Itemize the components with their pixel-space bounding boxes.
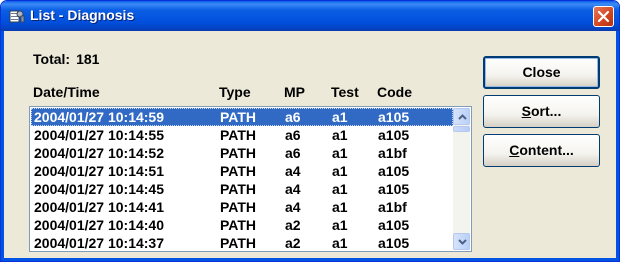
cell-mp: a6 [285, 145, 301, 161]
cell-type: PATH [220, 127, 257, 143]
list-row[interactable]: 2004/01/27 10:14:45 PATH a4 a1 a105 [31, 180, 453, 198]
cell-code: a105 [378, 127, 410, 143]
total-value: 181 [76, 51, 100, 67]
cell-datetime: 2004/01/27 10:14:59 [34, 109, 164, 125]
cell-test: a1 [332, 145, 348, 161]
cell-type: PATH [220, 181, 257, 197]
column-header-mp: MP [284, 84, 305, 100]
cell-test: a1 [332, 163, 348, 179]
vertical-scrollbar[interactable] [453, 108, 470, 250]
cell-code: a1bf [378, 199, 407, 215]
cell-mp: a2 [285, 217, 301, 233]
cell-mp: a6 [285, 109, 301, 125]
cell-type: PATH [220, 217, 257, 233]
cell-type: PATH [220, 199, 257, 215]
scroll-thumb[interactable] [453, 126, 470, 132]
cell-test: a1 [332, 235, 348, 251]
cell-code: a105 [378, 217, 410, 233]
cell-test: a1 [332, 217, 348, 233]
list-row[interactable]: 2004/01/27 10:14:40 PATH a2 a1 a105 [31, 216, 453, 234]
cell-datetime: 2004/01/27 10:14:40 [34, 217, 164, 233]
column-header-test: Test [331, 84, 359, 100]
cell-test: a1 [332, 181, 348, 197]
cell-datetime: 2004/01/27 10:14:45 [34, 181, 164, 197]
total-label: Total: [33, 51, 71, 67]
arrow-up-icon [458, 114, 467, 120]
cell-code: a1bf [378, 145, 407, 161]
column-header-code: Code [377, 84, 412, 100]
list-app-icon [9, 10, 25, 23]
window-border-bottom [1, 258, 619, 261]
list-row[interactable]: 2004/01/27 10:14:59 PATH a6 a1 a105 [31, 108, 453, 126]
cell-type: PATH [220, 109, 257, 125]
close-button[interactable]: Close [483, 56, 600, 89]
cell-type: PATH [220, 235, 257, 251]
scroll-down-button[interactable] [453, 233, 470, 250]
cell-datetime: 2004/01/27 10:14:51 [34, 163, 164, 179]
sort-label-rest: ort... [531, 103, 562, 119]
cell-mp: a4 [285, 199, 301, 215]
cell-mp: a2 [285, 235, 301, 251]
title-close-button[interactable] [593, 6, 614, 27]
list-row[interactable]: 2004/01/27 10:14:41 PATH a4 a1 a1bf [31, 198, 453, 216]
cell-datetime: 2004/01/27 10:14:55 [34, 127, 164, 143]
cell-datetime: 2004/01/27 10:14:37 [34, 235, 164, 251]
cell-mp: a4 [285, 181, 301, 197]
title-bar[interactable]: List - Diagnosis [1, 1, 619, 31]
list-row[interactable]: 2004/01/27 10:14:37 PATH a2 a1 a105 [31, 234, 453, 251]
cell-code: a105 [378, 235, 410, 251]
cell-type: PATH [220, 163, 257, 179]
scroll-up-button[interactable] [453, 108, 470, 125]
content-button[interactable]: Content... [483, 134, 600, 167]
column-header-type: Type [219, 84, 251, 100]
window-title: List - Diagnosis [30, 7, 135, 23]
cell-code: a105 [378, 109, 410, 125]
cell-mp: a4 [285, 163, 301, 179]
arrow-down-icon [458, 239, 467, 245]
content-mnemonic: C [509, 142, 520, 158]
cell-mp: a6 [285, 127, 301, 143]
cell-test: a1 [332, 109, 348, 125]
list-row[interactable]: 2004/01/27 10:14:52 PATH a6 a1 a1bf [31, 144, 453, 162]
close-icon [597, 10, 610, 23]
cell-code: a105 [378, 163, 410, 179]
diagnosis-list[interactable]: 2004/01/27 10:14:59 PATH a6 a1 a105 2004/01/2… [29, 106, 472, 252]
cell-test: a1 [332, 199, 348, 215]
list-row[interactable]: 2004/01/27 10:14:51 PATH a4 a1 a105 [31, 162, 453, 180]
cell-code: a105 [378, 181, 410, 197]
cell-test: a1 [332, 127, 348, 143]
list-row[interactable]: 2004/01/27 10:14:55 PATH a6 a1 a105 [31, 126, 453, 144]
sort-mnemonic: S [521, 103, 531, 119]
total-count: Total: 181 [33, 51, 99, 67]
sort-button[interactable]: Sort... [483, 95, 600, 128]
cell-type: PATH [220, 145, 257, 161]
content-label-rest: ontent... [519, 142, 574, 158]
cell-datetime: 2004/01/27 10:14:52 [34, 145, 164, 161]
column-header-datetime: Date/Time [33, 84, 100, 100]
window-border-right [616, 31, 619, 261]
cell-datetime: 2004/01/27 10:14:41 [34, 199, 164, 215]
